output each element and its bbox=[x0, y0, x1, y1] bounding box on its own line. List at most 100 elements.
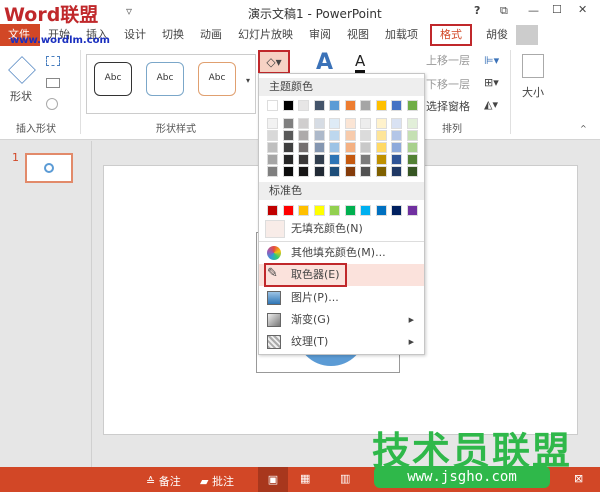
theme-shade-swatch[interactable] bbox=[329, 130, 340, 141]
avatar[interactable] bbox=[516, 25, 538, 45]
theme-shade-swatch[interactable] bbox=[267, 118, 278, 129]
texture-fill-item[interactable]: 纹理(T) ▶ bbox=[259, 331, 424, 353]
theme-shade-swatch[interactable] bbox=[375, 118, 387, 129]
theme-shade-swatch[interactable] bbox=[344, 130, 356, 141]
ribbon-display-icon[interactable]: ⧉ bbox=[500, 4, 508, 18]
theme-shade-swatch[interactable] bbox=[298, 118, 309, 129]
theme-color-swatch[interactable] bbox=[406, 100, 418, 111]
theme-shade-swatch[interactable] bbox=[298, 154, 309, 165]
theme-shade-swatch[interactable] bbox=[282, 166, 294, 177]
theme-shade-swatch[interactable] bbox=[391, 154, 402, 165]
theme-color-swatch[interactable] bbox=[375, 100, 387, 111]
normal-view-button[interactable]: ▣ bbox=[258, 467, 288, 492]
size-button[interactable]: 大小 bbox=[522, 84, 544, 100]
theme-shade-swatch[interactable] bbox=[360, 154, 371, 165]
align-icon[interactable]: ⊫▾ bbox=[484, 54, 499, 67]
theme-shade-swatch[interactable] bbox=[329, 166, 340, 177]
bring-forward-button[interactable]: 上移一层 bbox=[426, 52, 470, 68]
theme-shade-swatch[interactable] bbox=[267, 142, 278, 153]
theme-shade-swatch[interactable] bbox=[267, 154, 278, 165]
fit-to-window-button[interactable]: ⊠ bbox=[574, 472, 583, 485]
theme-shade-swatch[interactable] bbox=[282, 154, 294, 165]
theme-color-swatch[interactable] bbox=[344, 100, 356, 111]
standard-color-swatch[interactable] bbox=[267, 205, 278, 216]
edit-shape-icon[interactable] bbox=[46, 56, 60, 66]
user-name[interactable]: 胡俊 bbox=[478, 24, 516, 46]
theme-shade-swatch[interactable] bbox=[391, 166, 402, 177]
theme-shade-swatch[interactable] bbox=[298, 166, 309, 177]
theme-shade-swatch[interactable] bbox=[406, 142, 418, 153]
shapes-icon[interactable] bbox=[8, 56, 36, 84]
theme-shade-swatch[interactable] bbox=[313, 154, 325, 165]
standard-color-swatch[interactable] bbox=[406, 205, 418, 216]
tab-slideshow[interactable]: 幻灯片放映 bbox=[230, 24, 301, 46]
customize-quick-access-icon[interactable]: ▿ bbox=[126, 4, 132, 18]
collapse-ribbon-icon[interactable]: ^ bbox=[580, 124, 587, 133]
comments-button[interactable]: ▰ 批注 bbox=[200, 473, 234, 489]
minimize-button[interactable]: — bbox=[528, 4, 539, 17]
theme-shade-swatch[interactable] bbox=[391, 142, 402, 153]
theme-shade-swatch[interactable] bbox=[391, 130, 402, 141]
slide-sorter-button[interactable]: ▦ bbox=[300, 472, 310, 485]
shape-style-1[interactable]: Abc bbox=[94, 62, 132, 96]
group-icon[interactable]: ⊞▾ bbox=[484, 76, 499, 89]
shapes-button[interactable]: 形状 bbox=[10, 88, 32, 104]
theme-shade-swatch[interactable] bbox=[360, 118, 371, 129]
tab-design[interactable]: 设计 bbox=[116, 24, 154, 46]
shape-style-2[interactable]: Abc bbox=[146, 62, 184, 96]
notes-button[interactable]: ≙ 备注 bbox=[146, 473, 181, 489]
no-fill-item[interactable]: 无填充颜色(N) bbox=[259, 218, 424, 240]
merge-shapes-icon[interactable] bbox=[46, 98, 58, 110]
shape-style-3[interactable]: Abc bbox=[198, 62, 236, 96]
theme-shade-swatch[interactable] bbox=[313, 118, 325, 129]
theme-color-swatch[interactable] bbox=[282, 100, 294, 111]
more-fill-colors-item[interactable]: 其他填充颜色(M)... bbox=[259, 242, 424, 264]
theme-shade-swatch[interactable] bbox=[375, 166, 387, 177]
reading-view-button[interactable]: ▥ bbox=[340, 472, 350, 485]
theme-color-swatch[interactable] bbox=[298, 100, 309, 111]
tab-addins[interactable]: 加载项 bbox=[377, 24, 426, 46]
theme-shade-swatch[interactable] bbox=[344, 166, 356, 177]
theme-shade-swatch[interactable] bbox=[375, 130, 387, 141]
shape-fill-button[interactable]: ◇▾ bbox=[258, 50, 290, 74]
theme-shade-swatch[interactable] bbox=[267, 130, 278, 141]
size-icon[interactable] bbox=[522, 54, 544, 78]
tab-animations[interactable]: 动画 bbox=[192, 24, 230, 46]
rotate-icon[interactable]: ◭▾ bbox=[484, 98, 498, 111]
theme-color-swatch[interactable] bbox=[267, 100, 278, 111]
tab-review[interactable]: 审阅 bbox=[301, 24, 339, 46]
theme-shade-swatch[interactable] bbox=[298, 142, 309, 153]
theme-shade-swatch[interactable] bbox=[391, 118, 402, 129]
theme-shade-swatch[interactable] bbox=[282, 118, 294, 129]
theme-shade-swatch[interactable] bbox=[313, 142, 325, 153]
theme-shade-swatch[interactable] bbox=[298, 130, 309, 141]
tab-view[interactable]: 视图 bbox=[339, 24, 377, 46]
standard-color-swatch[interactable] bbox=[360, 205, 371, 216]
gallery-more-icon[interactable]: ▾ bbox=[246, 76, 250, 85]
tab-format[interactable]: 格式 bbox=[430, 24, 472, 46]
text-effects-icon[interactable]: A bbox=[316, 50, 333, 75]
standard-color-swatch[interactable] bbox=[313, 205, 325, 216]
theme-shade-swatch[interactable] bbox=[375, 154, 387, 165]
standard-color-swatch[interactable] bbox=[344, 205, 356, 216]
theme-shade-swatch[interactable] bbox=[406, 118, 418, 129]
theme-shade-swatch[interactable] bbox=[282, 142, 294, 153]
help-icon[interactable]: ? bbox=[474, 4, 480, 17]
theme-shade-swatch[interactable] bbox=[267, 166, 278, 177]
text-fill-icon[interactable]: A bbox=[355, 52, 366, 73]
theme-color-swatch[interactable] bbox=[391, 100, 402, 111]
picture-fill-item[interactable]: 图片(P)... bbox=[259, 287, 424, 309]
standard-color-swatch[interactable] bbox=[298, 205, 309, 216]
theme-color-swatch[interactable] bbox=[360, 100, 371, 111]
text-box-icon[interactable] bbox=[46, 78, 60, 88]
standard-color-swatch[interactable] bbox=[282, 205, 294, 216]
theme-shade-swatch[interactable] bbox=[329, 154, 340, 165]
close-button[interactable]: ✕ bbox=[578, 3, 587, 16]
selection-pane-button[interactable]: 选择窗格 bbox=[426, 98, 470, 114]
theme-shade-swatch[interactable] bbox=[360, 130, 371, 141]
theme-shade-swatch[interactable] bbox=[329, 118, 340, 129]
tab-transitions[interactable]: 切换 bbox=[154, 24, 192, 46]
theme-shade-swatch[interactable] bbox=[360, 142, 371, 153]
theme-color-swatch[interactable] bbox=[313, 100, 325, 111]
theme-shade-swatch[interactable] bbox=[406, 154, 418, 165]
